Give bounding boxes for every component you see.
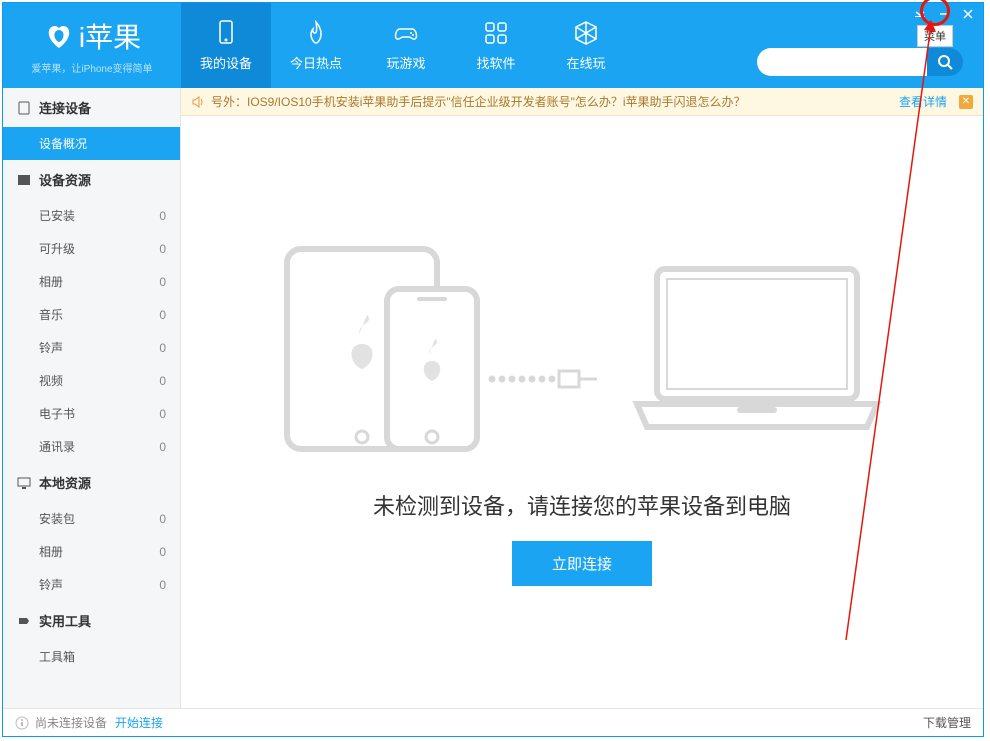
device-area: 未检测到设备，请连接您的苹果设备到电脑 立即连接 [181, 116, 983, 708]
tagline: 爱苹果，让iPhone变得简单 [31, 60, 152, 75]
sidebar-item-photos[interactable]: 相册0 [3, 265, 180, 298]
brand-name: i苹果 [79, 16, 141, 56]
menu-dropdown-button[interactable] [913, 7, 927, 21]
info-icon [15, 716, 29, 730]
tab-label: 玩游戏 [386, 53, 425, 72]
search-icon [937, 54, 953, 70]
nav-tabs: 我的设备 今日热点 玩游戏 找软件 在线玩 [181, 3, 631, 88]
gamepad-icon [392, 19, 420, 47]
no-device-message: 未检测到设备，请连接您的苹果设备到电脑 [373, 489, 791, 521]
tab-label: 找软件 [476, 53, 515, 72]
sidebar-item-packages[interactable]: 安装包0 [3, 502, 180, 535]
download-manager-link[interactable]: 下载管理 [923, 714, 971, 731]
menu-tooltip: 菜单 [917, 25, 953, 47]
search-input[interactable] [757, 48, 927, 76]
start-connect-link[interactable]: 开始连接 [115, 714, 163, 731]
tab-label: 我的设备 [200, 53, 252, 72]
sidebar-item-local-photos[interactable]: 相册0 [3, 535, 180, 568]
tools-section-icon [17, 614, 31, 628]
sidebar-item-ebooks[interactable]: 电子书0 [3, 397, 180, 430]
tab-software[interactable]: 找软件 [451, 3, 541, 88]
main-content: 号外：IOS9/IOS10手机安装i苹果助手后提示"信任企业级开发者账号"怎么办… [181, 88, 983, 708]
device-icon [212, 19, 240, 47]
monitor-section-icon [17, 476, 31, 490]
device-section-icon [17, 101, 31, 115]
tab-online[interactable]: 在线玩 [541, 3, 631, 88]
sidebar-item-overview[interactable]: 设备概况 [3, 127, 180, 160]
tab-label: 今日热点 [290, 53, 342, 72]
sidebar-item-videos[interactable]: 视频0 [3, 364, 180, 397]
sidebar-header-local: 本地资源 [3, 463, 180, 502]
chevron-down-icon [915, 11, 925, 17]
search-wrap [757, 48, 963, 76]
logo-area: i苹果 爱苹果，让iPhone变得简单 [3, 3, 181, 88]
sidebar-item-contacts[interactable]: 通讯录0 [3, 430, 180, 463]
sidebar-item-toolbox[interactable]: 工具箱 [3, 640, 180, 673]
sidebar-header-connect: 连接设备 [3, 88, 180, 127]
sidebar-header-tools: 实用工具 [3, 601, 180, 640]
banner-close-button[interactable]: ✕ [959, 95, 973, 109]
sidebar-item-upgradable[interactable]: 可升级0 [3, 232, 180, 265]
sidebar: 连接设备 设备概况 设备资源 已安装0 可升级0 相册0 音乐0 铃声0 视频0… [3, 88, 181, 708]
connection-status: 尚未连接设备 [35, 714, 107, 731]
devices-svg [277, 239, 597, 459]
banner-link[interactable]: 查看详情 [899, 93, 947, 110]
minimize-button[interactable] [937, 7, 951, 21]
tab-hot[interactable]: 今日热点 [271, 3, 361, 88]
banner-text: 号外：IOS9/IOS10手机安装i苹果助手后提示"信任企业级开发者账号"怎么办… [211, 93, 746, 110]
sidebar-item-music[interactable]: 音乐0 [3, 298, 180, 331]
sidebar-item-installed[interactable]: 已安装0 [3, 199, 180, 232]
fire-icon [302, 19, 330, 47]
sidebar-item-ringtones[interactable]: 铃声0 [3, 331, 180, 364]
speaker-icon [191, 95, 205, 109]
tab-games[interactable]: 玩游戏 [361, 3, 451, 88]
close-button[interactable] [961, 7, 975, 21]
header-bar: i苹果 爱苹果，让iPhone变得简单 我的设备 今日热点 玩游戏 找软件 [3, 3, 983, 88]
online-icon [572, 19, 600, 47]
tab-my-device[interactable]: 我的设备 [181, 3, 271, 88]
close-icon [963, 9, 973, 19]
apps-icon [482, 19, 510, 47]
device-illustration [277, 239, 887, 459]
tab-label: 在线玩 [566, 53, 605, 72]
resources-section-icon [17, 173, 31, 187]
window-controls [913, 7, 975, 21]
minimize-icon [939, 9, 949, 19]
laptop-svg [627, 259, 887, 439]
heart-logo-icon [43, 20, 75, 52]
sidebar-header-resources: 设备资源 [3, 160, 180, 199]
notice-banner: 号外：IOS9/IOS10手机安装i苹果助手后提示"信任企业级开发者账号"怎么办… [181, 88, 983, 116]
connect-button[interactable]: 立即连接 [512, 541, 652, 586]
status-bar: 尚未连接设备 开始连接 下载管理 [3, 708, 983, 736]
sidebar-item-local-ringtones[interactable]: 铃声0 [3, 568, 180, 601]
search-button[interactable] [927, 48, 963, 76]
